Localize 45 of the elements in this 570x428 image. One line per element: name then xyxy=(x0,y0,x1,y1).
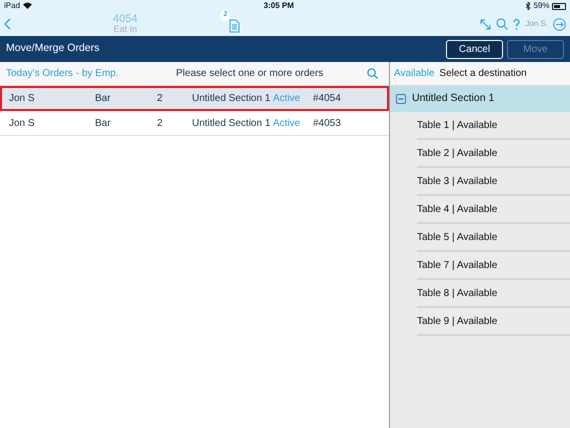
table-item[interactable]: Table 1 | Available xyxy=(417,112,570,140)
document-icon[interactable] xyxy=(229,19,240,34)
order-row[interactable]: Jon S Bar 2 Untitled Section 1 Active #4053 xyxy=(0,111,389,136)
table-item[interactable]: Table 9 | Available xyxy=(417,308,570,336)
device-name: iPad xyxy=(4,0,20,12)
dialog-title: Move/Merge Orders xyxy=(6,41,100,56)
order-type: Eat In xyxy=(113,25,138,35)
order-row[interactable]: Jon S Bar 2 Untitled Section 1 Active #4054 xyxy=(0,86,389,111)
prompt-text: Select a destination xyxy=(439,67,527,81)
section-header[interactable]: Untitled Section 1 xyxy=(390,86,570,112)
order-guests: 2 xyxy=(157,92,164,106)
table-item[interactable]: Table 2 | Available xyxy=(417,140,570,168)
table-item[interactable]: Table 4 | Available xyxy=(417,196,570,224)
order-status: Active xyxy=(273,116,302,130)
back-icon[interactable] xyxy=(4,18,11,30)
prompt-text: Please select one or more orders xyxy=(176,67,324,81)
order-number: 4054 xyxy=(113,13,138,26)
search-icon[interactable] xyxy=(496,18,508,30)
help-icon[interactable] xyxy=(513,18,520,30)
logout-icon[interactable] xyxy=(553,18,566,30)
order-number: #4054 xyxy=(313,92,341,106)
expand-icon[interactable] xyxy=(480,18,492,30)
search-icon[interactable] xyxy=(367,68,378,79)
order-employee: Jon S xyxy=(9,92,36,106)
table-item[interactable]: Table 5 | Available xyxy=(417,224,570,252)
order-area: Bar xyxy=(95,90,157,106)
user-name: Jon S. xyxy=(525,18,548,30)
collapse-icon[interactable] xyxy=(396,94,406,104)
clock-time: 3:05 PM xyxy=(264,0,294,12)
table-item[interactable]: Table 3 | Available xyxy=(417,168,570,196)
order-section: Untitled Section 1 xyxy=(192,116,273,130)
table-item[interactable]: Table 7 | Available xyxy=(417,252,570,280)
wifi-icon xyxy=(22,2,32,10)
order-area: Bar xyxy=(95,116,157,130)
order-section: Untitled Section 1 xyxy=(192,90,273,106)
battery-percent: 59% xyxy=(533,0,550,12)
table-item[interactable]: Table 8 | Available xyxy=(417,280,570,308)
bluetooth-icon xyxy=(526,2,531,10)
order-employee: Jon S xyxy=(9,116,36,130)
battery-icon xyxy=(552,2,566,10)
order-number: #4053 xyxy=(313,116,341,130)
dialog-button[interactable]: Cancel xyxy=(446,40,503,58)
order-status: Active xyxy=(273,92,302,106)
section-title: Untitled Section 1 xyxy=(412,91,494,106)
order-guests: 2 xyxy=(157,116,164,130)
